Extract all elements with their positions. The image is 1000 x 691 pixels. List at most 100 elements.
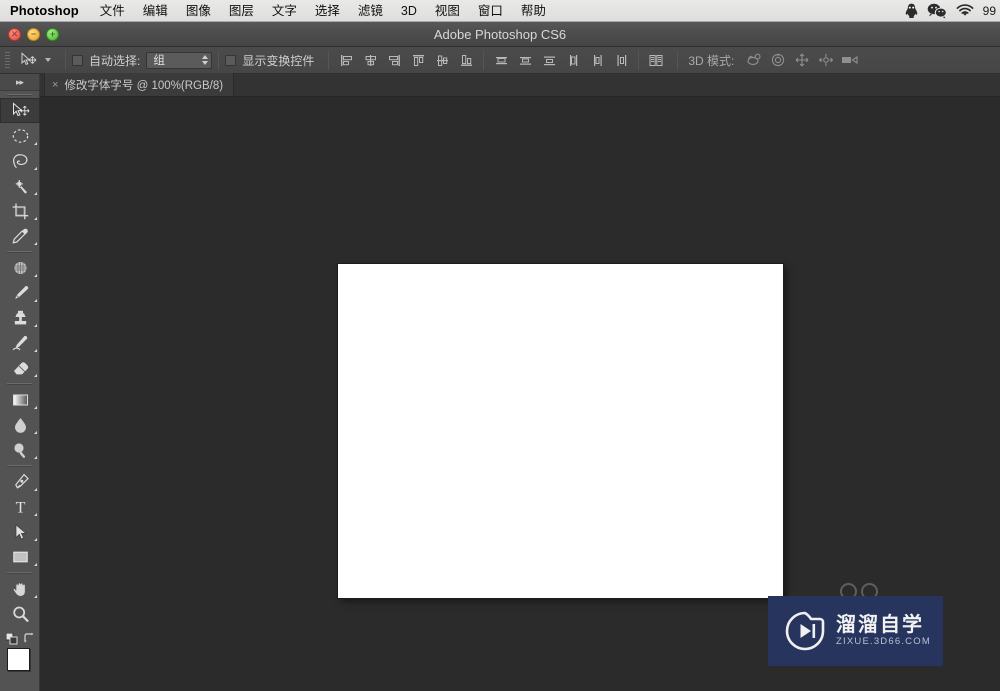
flyout-indicator-icon: [34, 242, 37, 245]
auto-align-layers-icon[interactable]: [645, 50, 667, 71]
brush-tool[interactable]: [0, 280, 40, 305]
spot-healing-brush-tool[interactable]: [0, 255, 40, 280]
tool-preset-caret-icon[interactable]: [43, 58, 59, 62]
magic-wand-tool[interactable]: [0, 173, 40, 198]
menu-item-edit[interactable]: 编辑: [134, 0, 177, 22]
menu-item-select[interactable]: 选择: [306, 0, 349, 22]
menu-item-help[interactable]: 帮助: [512, 0, 555, 22]
auto-select-value: 组: [153, 55, 165, 67]
play-button-logo-icon: [784, 610, 826, 652]
flyout-indicator-icon: [34, 192, 37, 195]
options-separator-3: [328, 50, 330, 70]
distribute-bottom-edges-icon[interactable]: [538, 50, 560, 71]
wifi-icon[interactable]: [956, 3, 974, 18]
lasso-tool[interactable]: [0, 148, 40, 173]
distribute-left-edges-icon[interactable]: [562, 50, 584, 71]
scale-3d-object-icon[interactable]: [838, 50, 862, 71]
wechat-icon[interactable]: [927, 3, 947, 19]
auto-select-dropdown[interactable]: 组: [146, 51, 213, 69]
flyout-indicator-icon: [34, 142, 37, 145]
menu-app-name[interactable]: Photoshop: [0, 3, 91, 18]
distribute-right-edges-icon[interactable]: [610, 50, 632, 71]
pen-tool[interactable]: [0, 469, 40, 494]
show-transform-controls-label: 显示变换控件: [242, 53, 315, 68]
menu-item-layer[interactable]: 图层: [220, 0, 263, 22]
collapse-tools-panel-button[interactable]: ▸▸: [0, 74, 39, 91]
align-vertical-centers-icon[interactable]: [431, 50, 453, 71]
watermark-badge: 溜溜自学 ZIXUE.3D66.COM: [768, 596, 943, 666]
eyedropper-tool[interactable]: [0, 223, 40, 248]
menu-item-window[interactable]: 窗口: [469, 0, 512, 22]
clone-stamp-tool[interactable]: [0, 305, 40, 330]
flyout-indicator-icon: [34, 488, 37, 491]
flyout-indicator-icon: [34, 563, 37, 566]
blur-tool[interactable]: [0, 412, 40, 437]
document-tab[interactable]: × 修改字体字号 @ 100%(RGB/8): [44, 73, 235, 96]
flyout-indicator-icon: [34, 406, 37, 409]
watermark-brand-en: ZIXUE.3D66.COM: [836, 636, 931, 648]
flyout-indicator-icon: [34, 431, 37, 434]
double-chevron-right-icon: ▸▸: [15, 76, 24, 87]
hand-tool[interactable]: [0, 576, 40, 601]
tools-divider-3: [7, 465, 32, 466]
move-tool[interactable]: [0, 98, 40, 123]
distribute-vertical-centers-icon[interactable]: [514, 50, 536, 71]
align-buttons-group: [335, 50, 477, 71]
qq-penguin-icon[interactable]: [905, 3, 918, 19]
foreground-color-swatch[interactable]: [7, 648, 30, 671]
options-separator-1: [65, 50, 66, 70]
flyout-indicator-icon: [34, 513, 37, 516]
dodge-tool[interactable]: [0, 437, 40, 462]
menu-item-view[interactable]: 视图: [426, 0, 469, 22]
document-tab-title: 修改字体字号 @ 100%(RGB/8): [64, 79, 224, 92]
path-selection-tool[interactable]: [0, 519, 40, 544]
auto-select-label: 自动选择:: [89, 53, 141, 68]
align-right-edges-icon[interactable]: [383, 50, 405, 71]
close-tab-icon[interactable]: ×: [52, 79, 58, 91]
align-horizontal-centers-icon[interactable]: [359, 50, 381, 71]
eraser-tool[interactable]: [0, 355, 40, 380]
elliptical-marquee-tool[interactable]: [0, 123, 40, 148]
auto-select-checkbox[interactable]: [72, 54, 83, 66]
swap-colors-icon[interactable]: [23, 631, 35, 649]
menu-item-filter[interactable]: 滤镜: [349, 0, 392, 22]
default-colors-icon[interactable]: [5, 632, 18, 645]
macos-menu-bar: Photoshop 文件 编辑 图像 图层 文字 选择 滤镜 3D 视图 窗口 …: [0, 0, 1000, 22]
watermark-text: 溜溜自学 ZIXUE.3D66.COM: [836, 615, 931, 647]
menu-item-image[interactable]: 图像: [177, 0, 220, 22]
horizontal-type-tool[interactable]: T: [0, 494, 40, 519]
dropdown-stepper-icon: [196, 55, 209, 65]
gradient-tool[interactable]: [0, 387, 40, 412]
watermark-brand-cn: 溜溜自学: [836, 614, 924, 637]
align-top-edges-icon[interactable]: [407, 50, 429, 71]
zoom-tool[interactable]: [0, 601, 40, 626]
roll-3d-object-icon[interactable]: [766, 50, 790, 71]
show-transform-controls-checkbox[interactable]: [225, 54, 237, 66]
drag-3d-object-icon[interactable]: [790, 50, 814, 71]
menu-item-3d[interactable]: 3D: [392, 0, 426, 22]
distribute-horizontal-centers-icon[interactable]: [586, 50, 608, 71]
tools-divider-1: [7, 251, 32, 252]
options-bar-grip[interactable]: [3, 50, 13, 70]
rotate-3d-object-icon[interactable]: [742, 50, 766, 71]
rectangle-tool[interactable]: [0, 544, 40, 569]
svg-text:T: T: [15, 499, 25, 516]
tools-divider-top: [7, 94, 32, 95]
align-left-edges-icon[interactable]: [335, 50, 357, 71]
crop-tool[interactable]: [0, 198, 40, 223]
flyout-indicator-icon: [34, 456, 37, 459]
menu-item-type[interactable]: 文字: [263, 0, 306, 22]
slide-3d-object-icon[interactable]: [814, 50, 838, 71]
history-brush-tool[interactable]: [0, 330, 40, 355]
photoshop-window: Photoshop 文件 编辑 图像 图层 文字 选择 滤镜 3D 视图 窗口 …: [0, 0, 1000, 691]
align-bottom-edges-icon[interactable]: [455, 50, 477, 71]
flyout-indicator-icon: [34, 538, 37, 541]
distribute-buttons-group: [490, 50, 632, 71]
flyout-indicator-icon: [34, 324, 37, 327]
menu-item-file[interactable]: 文件: [91, 0, 134, 22]
document-canvas[interactable]: [338, 264, 783, 598]
move-tool-icon[interactable]: [13, 49, 43, 71]
options-separator-4: [483, 50, 485, 70]
distribute-top-edges-icon[interactable]: [490, 50, 512, 71]
document-tab-bar: × 修改字体字号 @ 100%(RGB/8): [0, 73, 1000, 97]
